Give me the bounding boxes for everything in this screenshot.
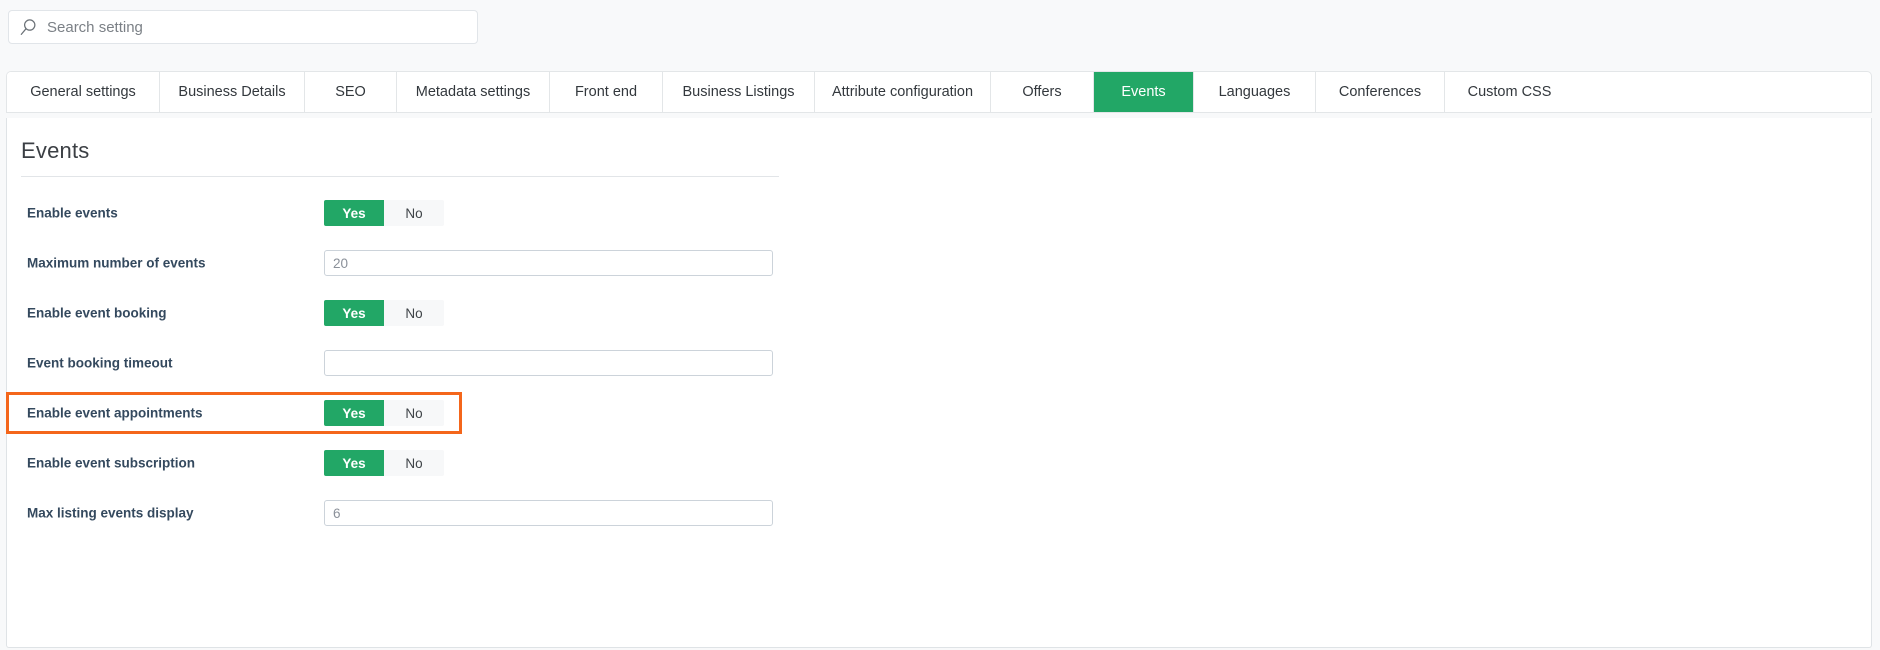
- toggle-enable-event-subscription: Yes No: [324, 450, 444, 476]
- setting-row-maximum-number-of-events: Maximum number of events: [7, 238, 1871, 288]
- toggle-enable-event-appointments: Yes No: [324, 400, 444, 426]
- toggle-option-no[interactable]: No: [384, 450, 444, 476]
- setting-control: Yes No: [324, 400, 444, 426]
- tab-label: Conferences: [1338, 84, 1422, 100]
- tab-label: SEO: [335, 84, 366, 100]
- toggle-option-yes[interactable]: Yes: [324, 450, 384, 476]
- tab-label: Events: [1121, 84, 1166, 100]
- tab-custom-css[interactable]: Custom CSS: [1445, 72, 1574, 112]
- tab-metadata-settings[interactable]: Metadata settings: [397, 72, 550, 112]
- setting-control: Yes No: [324, 200, 444, 226]
- tab-label: Business Listings: [682, 84, 795, 100]
- tab-business-details[interactable]: Business Details: [160, 72, 305, 112]
- setting-control: [324, 500, 773, 526]
- tab-seo[interactable]: SEO: [305, 72, 397, 112]
- tab-attribute-configuration[interactable]: Attribute configuration: [815, 72, 991, 112]
- setting-control: Yes No: [324, 450, 444, 476]
- tab-label: Front end: [574, 84, 638, 100]
- setting-row-enable-event-appointments: Enable event appointments Yes No: [7, 388, 1871, 438]
- tab-label: Attribute configuration: [831, 84, 974, 100]
- setting-label: Enable event appointments: [27, 405, 203, 421]
- setting-row-enable-event-subscription: Enable event subscription Yes No: [7, 438, 1871, 488]
- toggle-option-no[interactable]: No: [384, 300, 444, 326]
- tab-events[interactable]: Events: [1094, 72, 1194, 112]
- setting-label: Enable event subscription: [27, 455, 196, 471]
- tab-languages[interactable]: Languages: [1194, 72, 1316, 112]
- tab-label: Languages: [1218, 84, 1291, 100]
- setting-label: Enable event booking: [27, 305, 167, 321]
- toggle-option-no[interactable]: No: [384, 400, 444, 426]
- tab-general-settings[interactable]: General settings: [7, 72, 160, 112]
- page-title: Events: [21, 138, 90, 163]
- setting-control: [324, 250, 773, 276]
- setting-label: Enable events: [27, 205, 118, 221]
- tab-label: Metadata settings: [415, 84, 531, 100]
- setting-row-max-listing-events-display: Max listing events display: [7, 488, 1871, 538]
- tab-label: General settings: [30, 84, 136, 100]
- setting-control: Yes No: [324, 300, 444, 326]
- search-icon: [20, 18, 36, 35]
- setting-row-enable-event-booking: Enable event booking Yes No: [7, 288, 1871, 338]
- tab-business-listings[interactable]: Business Listings: [663, 72, 815, 112]
- tab-label: Offers: [1022, 84, 1062, 100]
- settings-tab-bar: General settings Business Details SEO Metad…: [6, 71, 1872, 113]
- setting-label: Maximum number of events: [27, 255, 206, 271]
- input-event-booking-timeout[interactable]: [324, 350, 773, 376]
- toggle-enable-events: Yes No: [324, 200, 444, 226]
- setting-row-event-booking-timeout: Event booking timeout: [7, 338, 1871, 388]
- title-divider: [21, 176, 779, 177]
- setting-label: Event booking timeout: [27, 355, 173, 371]
- search-bar[interactable]: [8, 10, 478, 44]
- setting-label: Max listing events display: [27, 505, 194, 521]
- toggle-option-yes[interactable]: Yes: [324, 300, 384, 326]
- tab-label: Custom CSS: [1467, 84, 1552, 100]
- tab-conferences[interactable]: Conferences: [1316, 72, 1445, 112]
- setting-control: [324, 350, 773, 376]
- search-input[interactable]: [47, 11, 467, 43]
- toggle-option-yes[interactable]: Yes: [324, 200, 384, 226]
- settings-panel: Events Enable events Yes No Maximum number …: [6, 118, 1872, 648]
- tab-label: Business Details: [178, 84, 286, 100]
- app-root: General settings Business Details SEO Metad…: [0, 0, 1880, 650]
- input-maximum-number-of-events[interactable]: [324, 250, 773, 276]
- toggle-option-yes[interactable]: Yes: [324, 400, 384, 426]
- tab-offers[interactable]: Offers: [991, 72, 1094, 112]
- toggle-option-no[interactable]: No: [384, 200, 444, 226]
- toggle-enable-event-booking: Yes No: [324, 300, 444, 326]
- setting-row-enable-events: Enable events Yes No: [7, 188, 1871, 238]
- tab-front-end[interactable]: Front end: [550, 72, 663, 112]
- input-max-listing-events-display[interactable]: [324, 500, 773, 526]
